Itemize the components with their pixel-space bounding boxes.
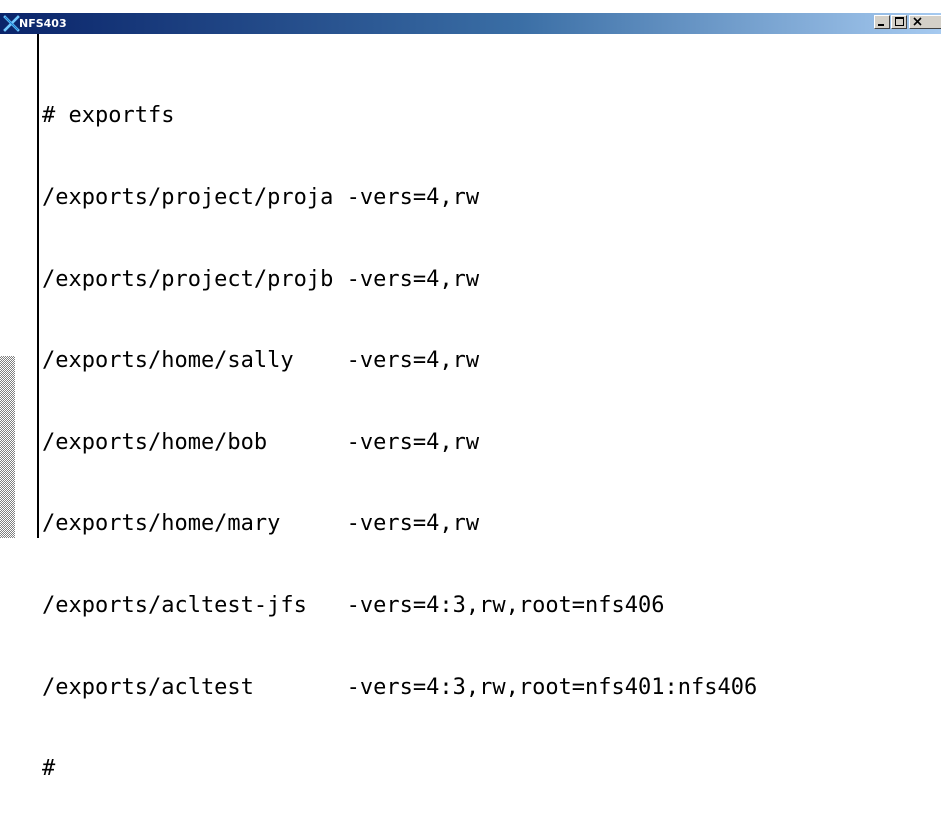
minimize-button[interactable] bbox=[874, 15, 890, 29]
window-title: NFS403 bbox=[19, 17, 67, 30]
terminal-line: /exports/home/mary -vers=4,rw bbox=[42, 511, 480, 537]
x-logo-icon bbox=[3, 15, 20, 32]
title-bar[interactable]: NFS403 bbox=[0, 13, 941, 34]
terminal-prompt: # bbox=[42, 756, 56, 782]
terminal-window: NFS403 # exportfs /exports/project/proja… bbox=[0, 0, 941, 781]
scrollbar-track[interactable] bbox=[0, 34, 15, 538]
terminal-line: /exports/project/proja -vers=4,rw bbox=[42, 185, 480, 210]
terminal-line: /exports/home/bob -vers=4,rw bbox=[42, 429, 480, 455]
terminal-line: /exports/acltest-jfs -vers=4:3,rw,root=n… bbox=[42, 592, 665, 618]
terminal-content[interactable]: # exportfs /exports/project/proja -vers=… bbox=[0, 34, 941, 781]
terminal-line: # exportfs bbox=[42, 103, 175, 129]
maximize-button[interactable] bbox=[891, 15, 907, 29]
terminal-line: /exports/home/sally -vers=4,rw bbox=[42, 348, 480, 374]
terminal-output[interactable]: # exportfs /exports/project/proja -vers=… bbox=[42, 48, 937, 837]
terminal-line: /exports/acltest -vers=4:3,rw,root=nfs40… bbox=[42, 674, 758, 700]
scrollbar-thumb[interactable] bbox=[0, 356, 15, 538]
terminal-margin-divider bbox=[37, 34, 39, 538]
terminal-line: /exports/project/projb -vers=4,rw bbox=[42, 266, 480, 292]
close-button[interactable] bbox=[909, 15, 941, 29]
